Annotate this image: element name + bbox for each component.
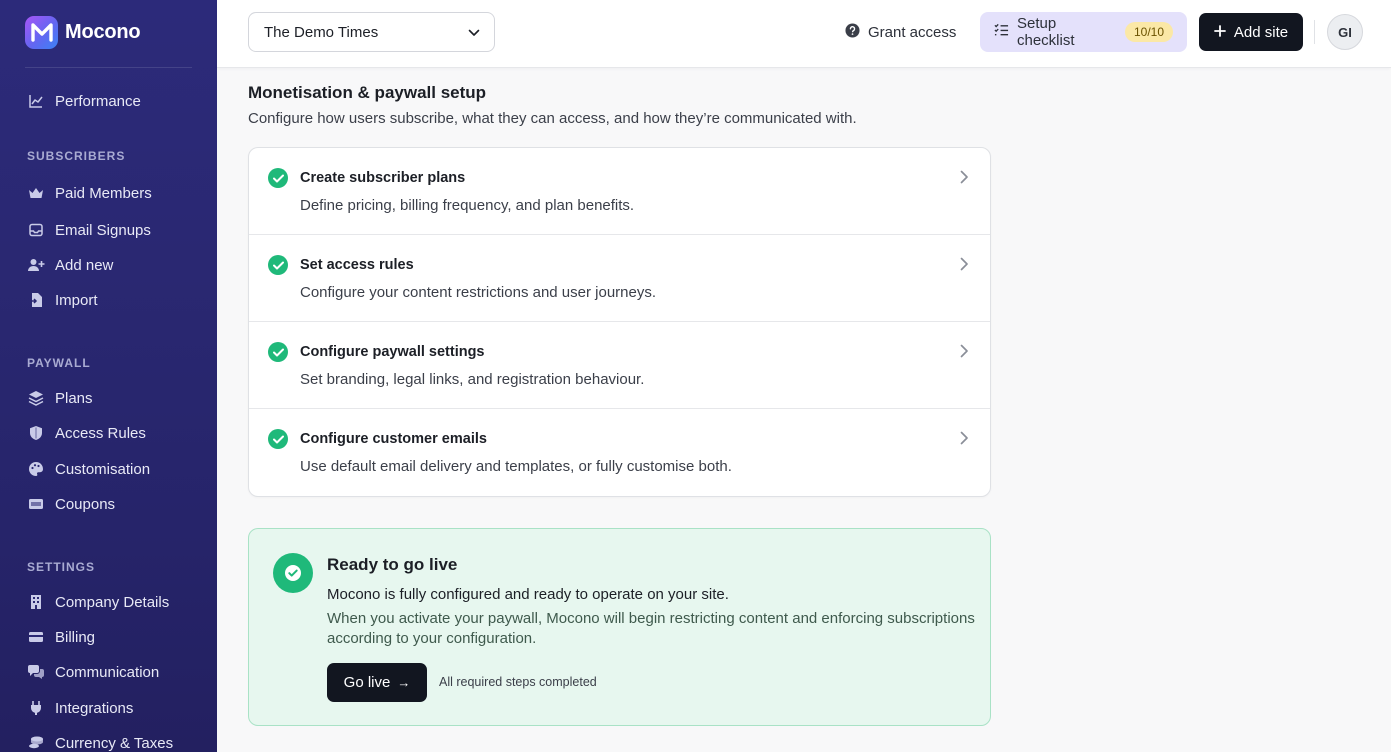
step-description: Define pricing, billing frequency, and p…: [300, 197, 635, 214]
palette-icon: [27, 460, 45, 478]
sidebar-item-email-signups[interactable]: Email Signups: [27, 218, 151, 242]
sidebar-item-label: Access Rules: [55, 424, 146, 442]
plus-icon: [1213, 24, 1226, 41]
shield-icon: [27, 424, 45, 442]
credit-card-icon: [27, 628, 45, 646]
sidebar-item-label: Billing: [55, 628, 96, 646]
chevron-right-icon: [960, 257, 974, 273]
sidebar-item-label: Paid Members: [55, 184, 152, 202]
setup-checklist-label: Setup checklist: [1017, 15, 1075, 49]
step-title: Set access rules: [300, 257, 414, 273]
go-live-status-text: Mocono is fully configured and ready to …: [327, 586, 729, 603]
avatar[interactable]: GI: [1327, 14, 1363, 50]
topbar: The Demo Times Grant access Setup checkl…: [217, 0, 1391, 68]
step-description: Set branding, legal links, and registrat…: [300, 371, 645, 388]
ticket-icon: [27, 495, 45, 513]
setup-checklist-button[interactable]: Setup checklist 10/10: [980, 12, 1187, 52]
sidebar: Mocono Performance SUBSCRIBERS Paid Memb…: [0, 0, 217, 752]
site-select-value: The Demo Times: [264, 23, 379, 41]
go-live-button[interactable]: Go live →: [327, 663, 427, 702]
section-title-subscribers: SUBSCRIBERS: [27, 149, 126, 163]
arrow-right-icon: →: [397, 675, 411, 690]
step-title: Configure paywall settings: [300, 344, 485, 360]
sidebar-item-coupons[interactable]: Coupons: [27, 492, 115, 516]
setup-steps-card: Create subscriber plans Define pricing, …: [248, 147, 991, 497]
sidebar-item-label: Import: [55, 291, 98, 309]
sidebar-item-label: Customisation: [55, 460, 151, 478]
step-title: Configure customer emails: [300, 431, 487, 447]
setup-step[interactable]: Create subscriber plans Define pricing, …: [249, 148, 990, 235]
step-title: Create subscriber plans: [300, 170, 466, 186]
sidebar-item-label: Company Details: [55, 593, 170, 611]
sidebar-item-label: Email Signups: [55, 221, 151, 239]
sidebar-item-company-details[interactable]: Company Details: [27, 590, 169, 614]
step-description: Use default email delivery and templates…: [300, 458, 732, 475]
mocono-logo-icon: [25, 15, 58, 49]
setup-step[interactable]: Configure customer emails Use default em…: [249, 409, 990, 496]
go-live-description: When you activate your paywall, Mocono w…: [327, 610, 975, 647]
setup-step[interactable]: Set access rules Configure your content …: [249, 235, 990, 322]
sidebar-item-access-rules[interactable]: Access Rules: [27, 421, 146, 445]
sidebar-item-paid-members[interactable]: Paid Members: [27, 181, 152, 205]
divider: [1314, 20, 1315, 44]
checklist-icon: [994, 23, 1009, 41]
coins-icon: [27, 734, 45, 752]
go-live-note: All required steps completed: [439, 675, 597, 689]
grant-access-label: Grant access: [868, 23, 957, 41]
chevron-down-icon: [468, 24, 480, 41]
building-icon: [27, 593, 45, 611]
go-live-panel: Ready to go live Mocono is fully configu…: [248, 528, 991, 726]
sidebar-item-communication[interactable]: Communication: [27, 660, 159, 684]
section-title-paywall: PAYWALL: [27, 356, 91, 370]
sidebar-item-label: Performance: [55, 92, 141, 110]
page-subtitle: Configure how users subscribe, what they…: [248, 110, 857, 127]
go-live-title: Ready to go live: [327, 555, 458, 574]
sidebar-item-customisation[interactable]: Customisation: [27, 457, 150, 481]
page-title: Monetisation & paywall setup: [248, 83, 487, 102]
sidebar-item-label: Add new: [55, 256, 114, 274]
check-circle-icon: [268, 255, 288, 275]
help-circle-icon: [845, 22, 860, 42]
chart-line-icon: [27, 92, 45, 110]
inbox-icon: [27, 221, 45, 239]
grant-access-button[interactable]: Grant access: [845, 18, 956, 46]
sidebar-item-performance[interactable]: Performance: [27, 89, 141, 113]
sidebar-item-import[interactable]: Import: [27, 288, 98, 312]
user-plus-icon: [27, 256, 45, 274]
section-title-settings: SETTINGS: [27, 560, 96, 574]
step-description: Configure your content restrictions and …: [300, 284, 657, 301]
sidebar-item-billing[interactable]: Billing: [27, 625, 95, 649]
site-select[interactable]: The Demo Times: [248, 12, 495, 52]
sidebar-item-label: Integrations: [55, 699, 134, 717]
crown-icon: [27, 184, 45, 202]
check-circle-icon: [273, 553, 313, 593]
brand-name: Mocono: [65, 20, 141, 43]
file-import-icon: [27, 291, 45, 309]
check-circle-icon: [268, 429, 288, 449]
sidebar-item-add-new[interactable]: Add new: [27, 253, 113, 277]
add-site-label: Add site: [1233, 23, 1289, 41]
layers-icon: [27, 389, 45, 407]
setup-step[interactable]: Configure paywall settings Set branding,…: [249, 322, 990, 409]
checklist-progress-badge: 10/10: [1124, 22, 1173, 42]
check-circle-icon: [268, 168, 288, 188]
check-circle-icon: [268, 342, 288, 362]
sidebar-item-plans[interactable]: Plans: [27, 386, 93, 410]
chevron-right-icon: [960, 344, 974, 360]
sidebar-item-label: Communication: [55, 663, 160, 681]
go-live-button-label: Go live: [343, 674, 391, 691]
sidebar-item-integrations[interactable]: Integrations: [27, 696, 133, 720]
divider: [25, 67, 192, 68]
sidebar-item-label: Plans: [55, 389, 93, 407]
chevron-right-icon: [960, 170, 974, 186]
sidebar-item-label: Currency & Taxes: [55, 734, 174, 752]
sidebar-item-label: Coupons: [55, 495, 116, 513]
brand[interactable]: Mocono: [25, 14, 141, 50]
add-site-button[interactable]: Add site: [1199, 13, 1303, 51]
chat-icon: [27, 663, 45, 681]
plug-icon: [27, 699, 45, 717]
chevron-right-icon: [960, 431, 974, 447]
sidebar-item-currency-taxes[interactable]: Currency & Taxes: [27, 731, 173, 752]
